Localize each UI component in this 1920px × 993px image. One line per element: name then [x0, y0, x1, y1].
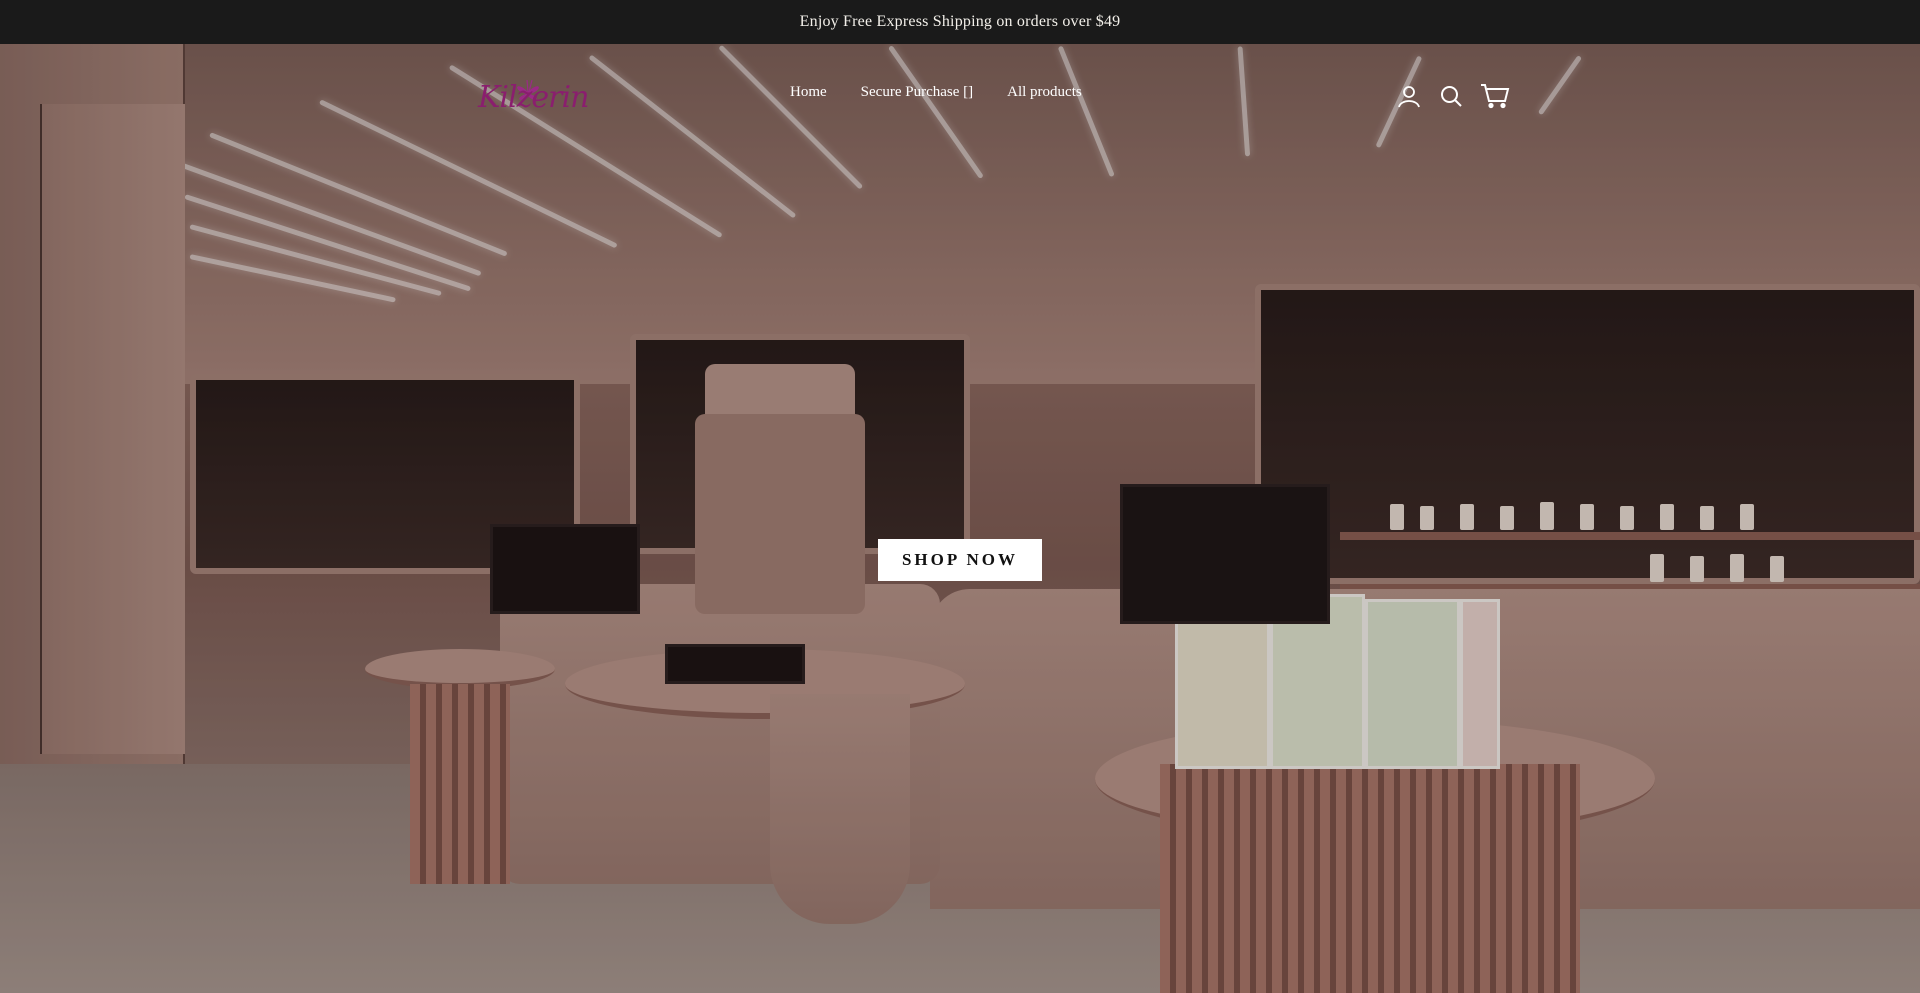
- main-nav: Home Secure Purchase [] All products: [790, 84, 1082, 101]
- site-header: Kilzerin Home Secure Purchase [] All pro…: [0, 44, 1920, 144]
- logo-text: Kilzerin: [478, 80, 589, 115]
- cart-icon[interactable]: [1479, 82, 1511, 110]
- hero-overlay: [0, 44, 1920, 993]
- search-icon[interactable]: [1437, 82, 1465, 110]
- logo-link[interactable]: Kilzerin: [478, 70, 589, 118]
- nav-secure-purchase[interactable]: Secure Purchase []: [861, 84, 973, 101]
- hero-image: [0, 44, 1920, 993]
- shop-now-button[interactable]: SHOP NOW: [878, 539, 1042, 581]
- account-icon[interactable]: [1395, 82, 1423, 110]
- header-icons: [1395, 82, 1511, 110]
- announcement-text: Enjoy Free Express Shipping on orders ov…: [799, 13, 1121, 30]
- nav-home[interactable]: Home: [790, 84, 827, 101]
- announcement-bar: Enjoy Free Express Shipping on orders ov…: [0, 0, 1920, 44]
- nav-all-products[interactable]: All products: [1007, 84, 1082, 101]
